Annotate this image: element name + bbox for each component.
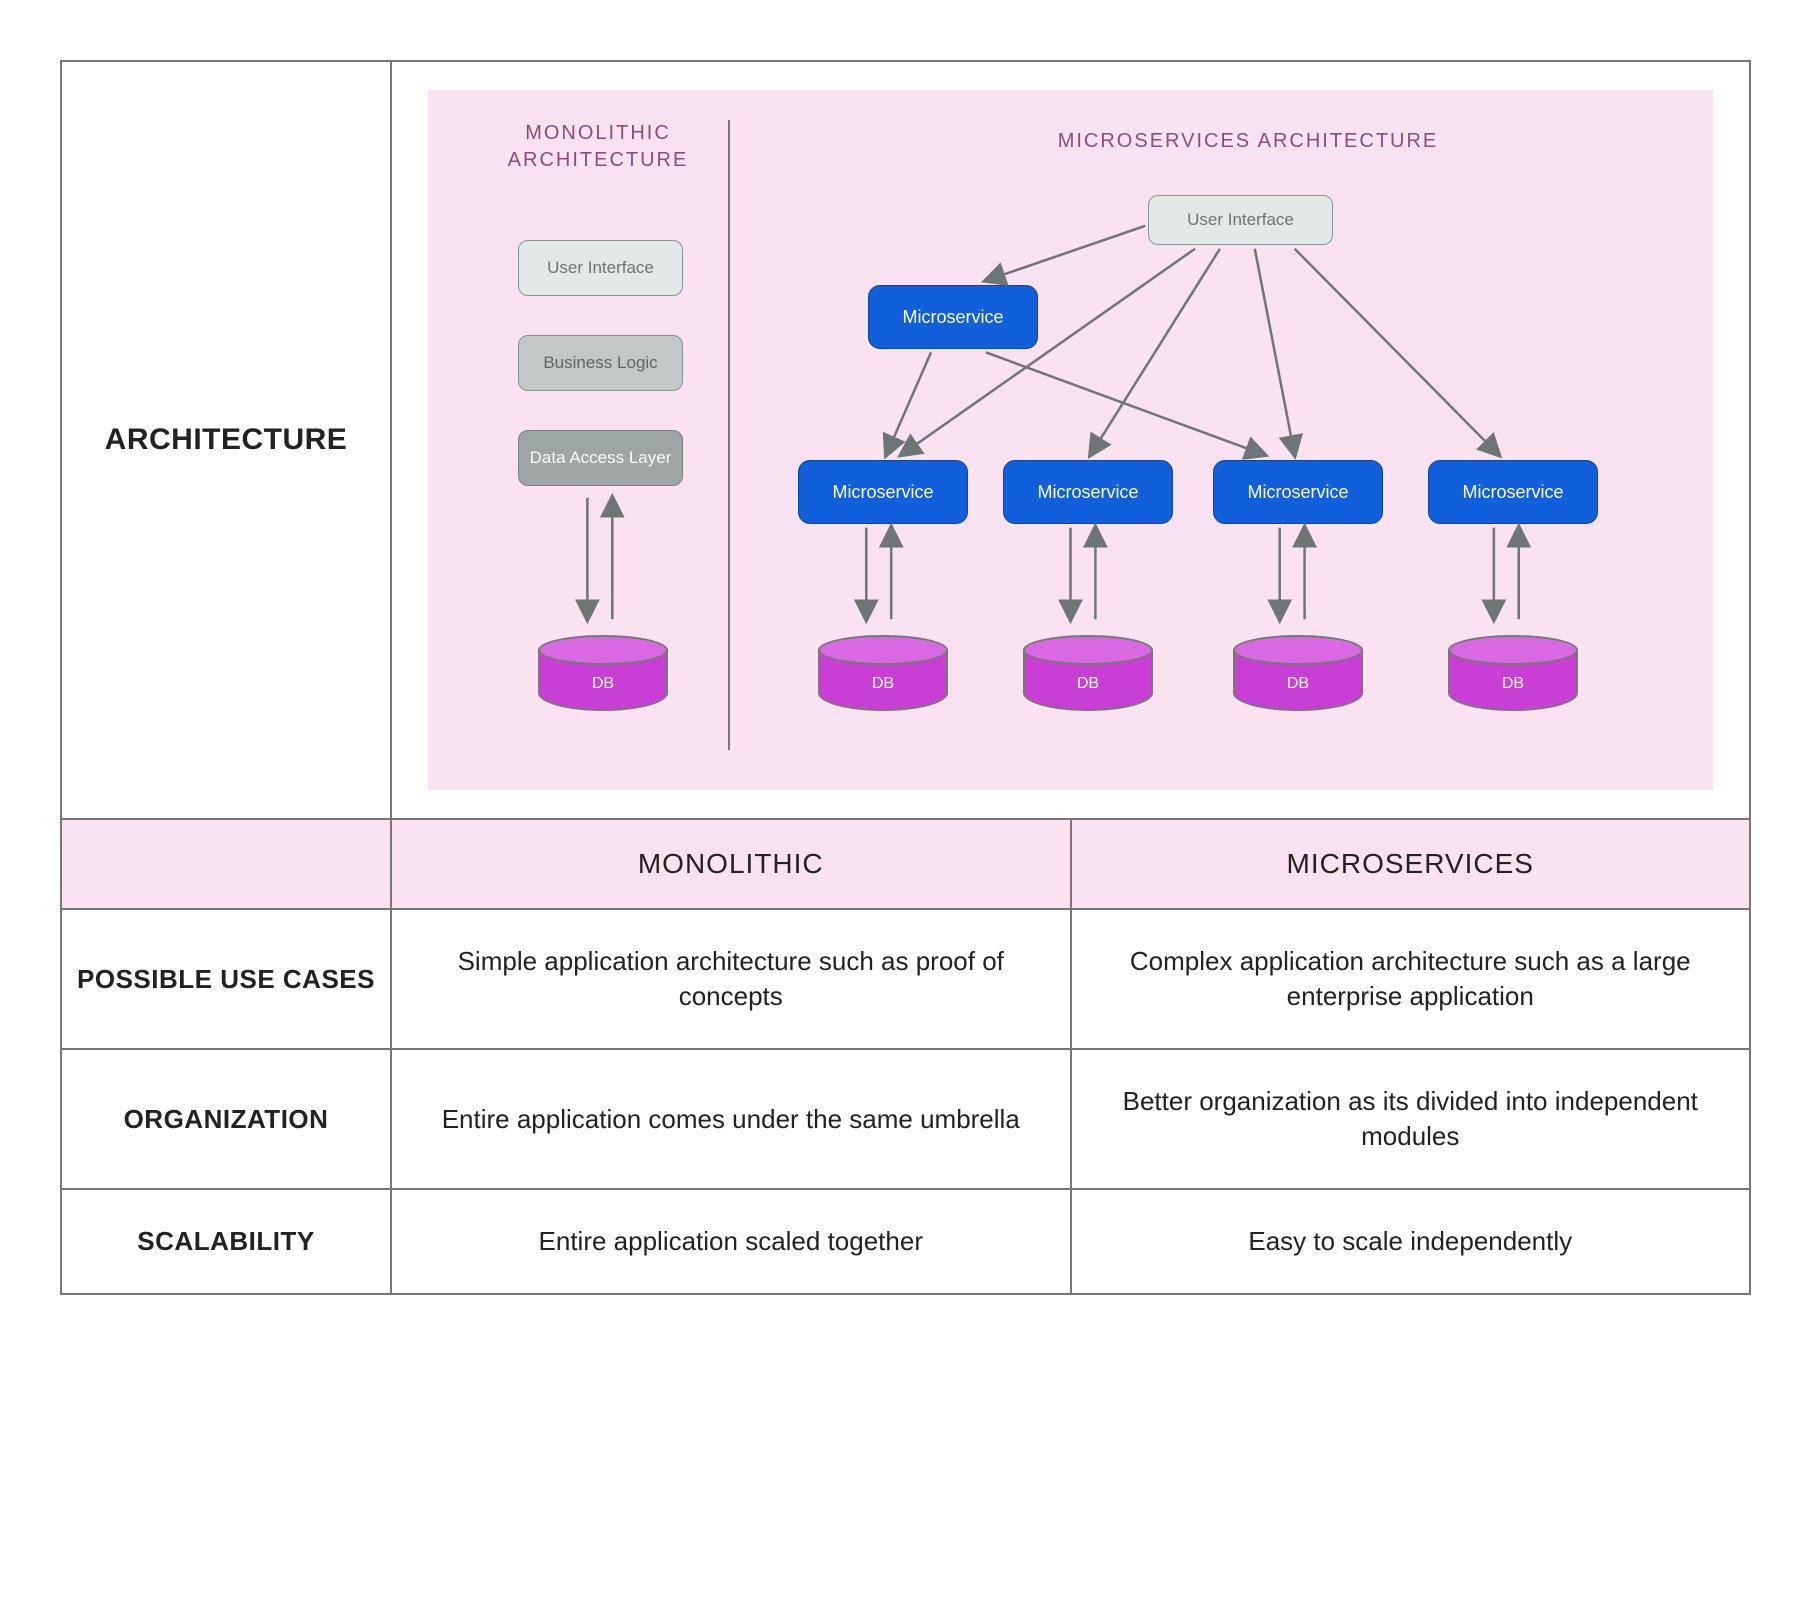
db-label: DB [538, 675, 668, 693]
row-label: ORGANIZATION [62, 1050, 392, 1188]
row-label: POSSIBLE USE CASES [62, 910, 392, 1048]
microservice-box-3: Microservice [1213, 460, 1383, 524]
monolithic-title: MONOLITHIC ARCHITECTURE [488, 120, 708, 174]
monolithic-ui-box: User Interface [518, 240, 683, 296]
table-header-row: MONOLITHIC MICROSERVICES [62, 820, 1749, 910]
comparison-figure: ARCHITECTURE MONOLITHIC ARCHITECTURE Use… [60, 60, 1751, 1295]
db-label: DB [818, 675, 948, 693]
cell-monolithic: Simple application architecture such as … [392, 910, 1072, 1048]
row-label: SCALABILITY [62, 1190, 392, 1293]
table-row: ORGANIZATION Entire application comes un… [62, 1050, 1749, 1190]
monolithic-business-logic-box: Business Logic [518, 335, 683, 391]
db-microservice-4: DB [1448, 635, 1578, 725]
microservices-ui-box: User Interface [1148, 195, 1333, 245]
cell-monolithic: Entire application comes under the same … [392, 1050, 1072, 1188]
monolithic-data-access-box: Data Access Layer [518, 430, 683, 486]
architecture-diagram-cell: MONOLITHIC ARCHITECTURE User Interface B… [392, 62, 1749, 818]
architecture-row: ARCHITECTURE MONOLITHIC ARCHITECTURE Use… [62, 62, 1749, 820]
db-microservice-1: DB [818, 635, 948, 725]
microservice-box-1: Microservice [798, 460, 968, 524]
microservice-box-top: Microservice [868, 285, 1038, 349]
row-label-architecture: ARCHITECTURE [62, 62, 392, 818]
db-microservice-3: DB [1233, 635, 1363, 725]
table-header-monolithic: MONOLITHIC [392, 820, 1072, 908]
microservices-title: MICROSERVICES ARCHITECTURE [948, 130, 1548, 153]
table-row: POSSIBLE USE CASES Simple application ar… [62, 910, 1749, 1050]
microservice-box-4: Microservice [1428, 460, 1598, 524]
cell-microservices: Easy to scale independently [1072, 1190, 1750, 1293]
table-header-empty [62, 820, 392, 908]
table-header-microservices: MICROSERVICES [1072, 820, 1750, 908]
db-label: DB [1233, 675, 1363, 693]
db-label: DB [1023, 675, 1153, 693]
db-monolithic: DB [538, 635, 668, 725]
cell-microservices: Complex application architecture such as… [1072, 910, 1750, 1048]
architecture-diagram-panel: MONOLITHIC ARCHITECTURE User Interface B… [428, 90, 1713, 790]
db-microservice-2: DB [1023, 635, 1153, 725]
panel-divider [728, 120, 730, 750]
table-row: SCALABILITY Entire application scaled to… [62, 1190, 1749, 1293]
db-label: DB [1448, 675, 1578, 693]
cell-microservices: Better organization as its divided into … [1072, 1050, 1750, 1188]
cell-monolithic: Entire application scaled together [392, 1190, 1072, 1293]
microservice-box-2: Microservice [1003, 460, 1173, 524]
